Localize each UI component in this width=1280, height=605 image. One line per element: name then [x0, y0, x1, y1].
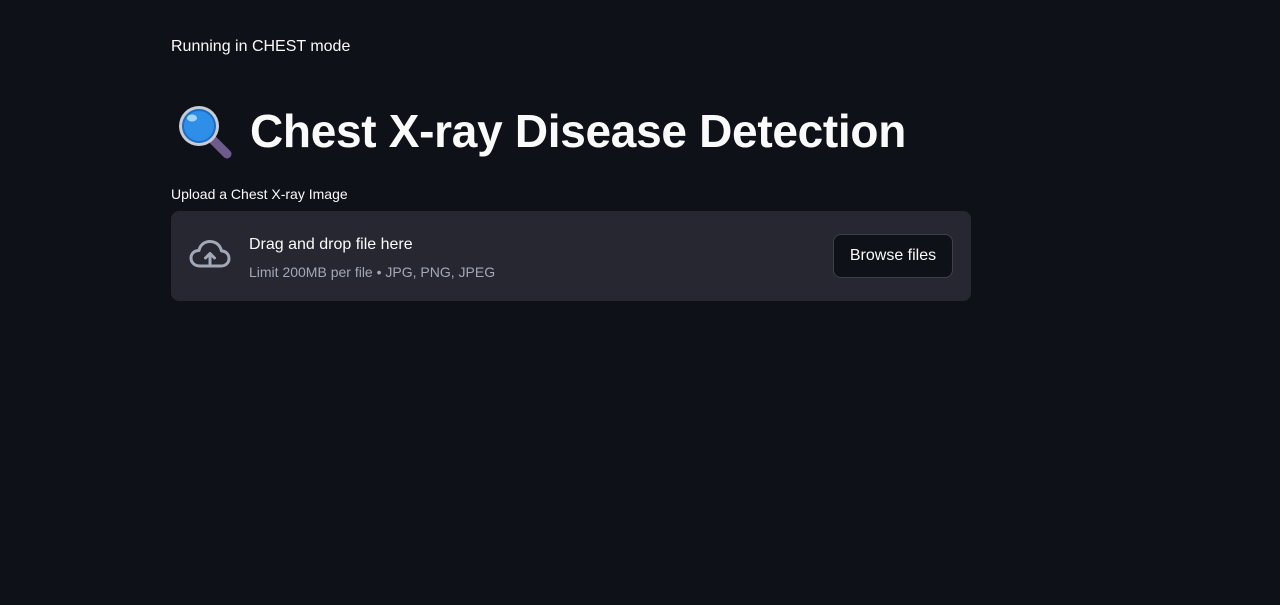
page-title: Chest X-ray Disease Detection — [175, 100, 906, 162]
browse-files-button[interactable]: Browse files — [833, 234, 953, 278]
upload-label: Upload a Chest X-ray Image — [171, 186, 348, 202]
page-title-text: Chest X-ray Disease Detection — [250, 105, 907, 157]
magnifying-glass-icon — [179, 106, 232, 159]
file-dropzone[interactable]: Drag and drop file here Limit 200MB per … — [171, 211, 971, 301]
cloud-upload-icon — [189, 240, 231, 268]
app-root: Running in CHEST mode Chest X-ray Diseas… — [0, 0, 1280, 605]
dropzone-title: Drag and drop file here — [249, 236, 413, 253]
mode-banner: Running in CHEST mode — [171, 38, 351, 55]
dropzone-limits: Limit 200MB per file • JPG, PNG, JPEG — [249, 264, 496, 280]
